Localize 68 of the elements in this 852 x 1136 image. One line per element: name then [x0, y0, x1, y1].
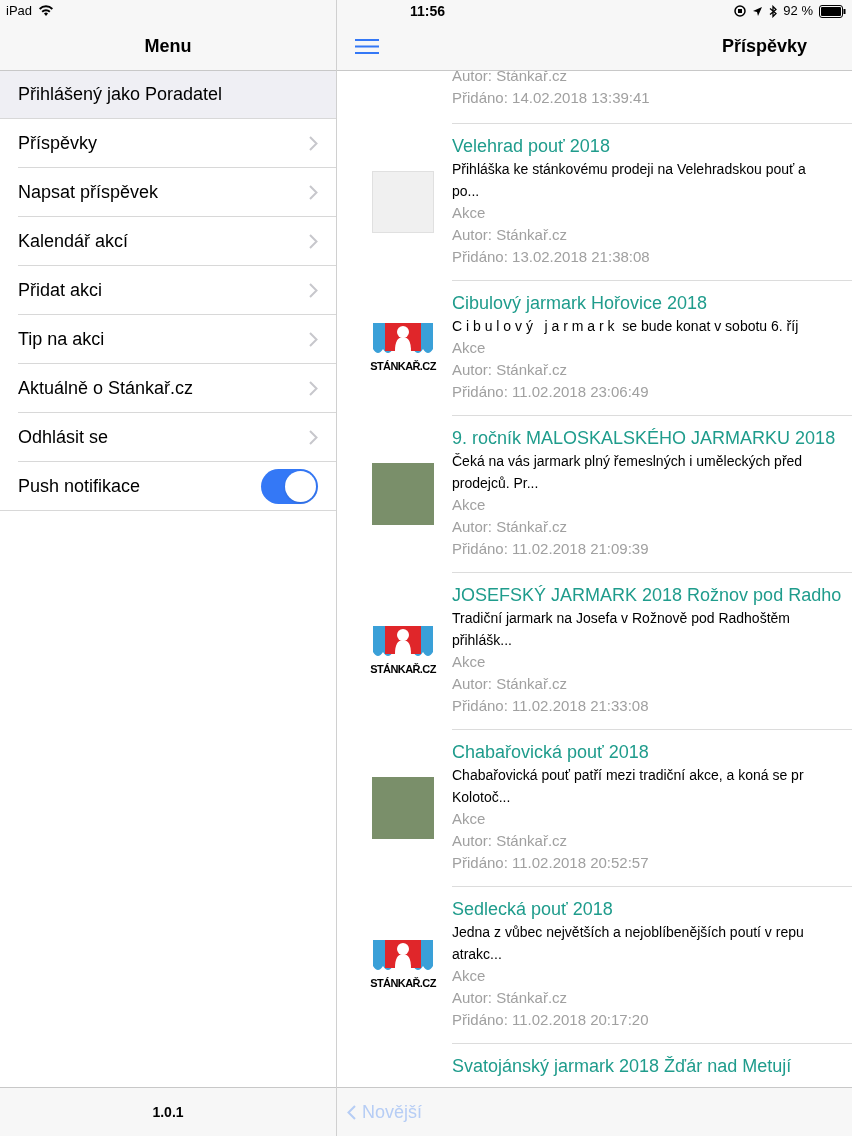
chevron-right-icon	[309, 331, 318, 347]
photo-placeholder	[372, 776, 434, 839]
post-category: Akce	[452, 495, 487, 515]
post-author: Autor: Stánkař.cz	[452, 674, 569, 694]
version-label: 1.0.1	[152, 1102, 184, 1122]
battery-percent: 92 %	[783, 2, 813, 21]
menu-item[interactable]: Přidat akci	[18, 266, 336, 315]
post-author: Autor: Stánkař.cz	[452, 225, 569, 245]
post-date: Přidáno: 14.02.2018 13:39:41	[452, 88, 651, 108]
user-label: Přihlášený jako Poradatel	[0, 71, 336, 119]
battery-icon	[819, 4, 846, 18]
post-excerpt: Chabařovická pouť patří mezi tradiční akce, a koná se pr Kolotoč...	[452, 766, 805, 807]
post-date: Přidáno: 11.02.2018 20:52:57	[452, 853, 650, 873]
menu-item[interactable]: Napsat příspěvek	[18, 168, 336, 217]
push-toggle[interactable]	[261, 468, 318, 504]
menu-item[interactable]: Aktuálně o Stánkař.cz	[18, 364, 336, 413]
menu-item[interactable]: Příspěvky	[18, 119, 336, 168]
menu-title: Menu	[144, 34, 192, 58]
chevron-right-icon	[309, 135, 318, 151]
post-category: Akce	[452, 338, 487, 358]
post-title[interactable]: JOSEFSKÝ JARMARK 2018 Rožnov pod Radho	[452, 583, 852, 607]
rotation-lock-icon	[734, 5, 747, 17]
chevron-right-icon	[309, 429, 318, 445]
post-title[interactable]: Sedlecká pouť 2018	[452, 897, 852, 921]
device-name: iPad	[6, 2, 33, 21]
post-date: Přidáno: 11.02.2018 20:17:20	[452, 1010, 650, 1030]
post-author: Autor: Stánkař.cz	[452, 831, 569, 851]
post-category: Akce	[452, 966, 487, 986]
post-title[interactable]: Velehrad pouť 2018	[452, 134, 852, 158]
status-time: 11:56	[410, 1, 446, 21]
chevron-right-icon	[309, 233, 318, 249]
chevron-right-icon	[309, 184, 318, 200]
location-arrow-icon	[752, 5, 764, 17]
post-title[interactable]: Cibulový jarmark Hořovice 2018	[452, 291, 852, 315]
chevron-right-icon	[309, 282, 318, 298]
post-category: Akce	[452, 809, 487, 829]
logo-text: STÁNKAŘ.CZ	[370, 361, 436, 372]
post-title[interactable]: Svatojánský jarmark 2018 Žďár nad Metují	[452, 1056, 792, 1076]
chevron-left-icon	[347, 1104, 356, 1120]
menu-item[interactable]: Kalendář akcí	[18, 217, 336, 266]
menu-item[interactable]: Odhlásit se	[18, 413, 336, 462]
post-category: Akce	[452, 652, 487, 672]
logo-text: STÁNKAŘ.CZ	[370, 664, 436, 675]
post-date: Přidáno: 11.02.2018 21:33:08	[452, 696, 650, 716]
post-author: Autor: Stánkař.cz	[452, 517, 569, 537]
map-thumbnail	[372, 170, 434, 233]
post-excerpt: Přihláška ke stánkovému prodeji na Velehradskou pouť a po...	[452, 160, 807, 201]
chevron-right-icon	[309, 380, 318, 396]
post-date: Přidáno: 13.02.2018 21:38:08	[452, 247, 651, 267]
menu-item[interactable]: Tip na akci	[18, 315, 336, 364]
logo-text: STÁNKAŘ.CZ	[370, 978, 436, 989]
photo-placeholder	[372, 462, 434, 525]
post-excerpt: Čeká na vás jarmark plný řemeslných i uměleckých před prodejců. Pr...	[452, 452, 804, 493]
bluetooth-icon	[769, 4, 778, 18]
posts-title: Příspěvky	[721, 34, 807, 58]
menu-icon[interactable]	[355, 38, 379, 54]
post-excerpt: Tradiční jarmark na Josefa v Rožnově pod Radhoštěm přihlášk...	[452, 609, 791, 650]
post-date: Přidáno: 11.02.2018 21:09:39	[452, 539, 650, 559]
wifi-icon	[38, 5, 55, 17]
post-title[interactable]: Chabařovická pouť 2018	[452, 740, 852, 764]
post-title[interactable]: 9. ročník MALOSKALSKÉHO JARMARKU 2018	[452, 426, 852, 450]
post-author: Autor: Stánkař.cz	[452, 360, 569, 380]
post-category: Akce	[452, 203, 487, 223]
post-author: Autor: Stánkař.cz	[452, 988, 569, 1008]
post-excerpt: C i b u l o v ý j a r m a r k se bude konat v sobotu 6. říj	[452, 317, 800, 336]
post-excerpt: Jedna z vůbec největších a nejoblíbenějších poutí v repu atrakc...	[452, 923, 805, 964]
post-date: Přidáno: 11.02.2018 23:06:49	[452, 382, 650, 402]
toggle-label: Push notifikace	[18, 474, 141, 498]
